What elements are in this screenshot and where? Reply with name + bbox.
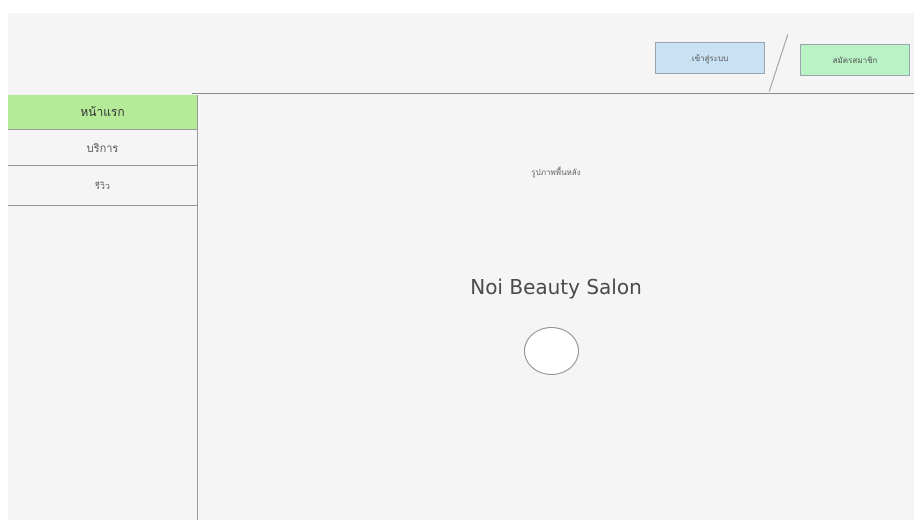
sidebar-item-reviews[interactable]: รีวิว	[8, 166, 197, 206]
sidebar-item-services[interactable]: บริการ	[8, 130, 197, 166]
sidebar-item-home[interactable]: หน้าแรก	[8, 95, 197, 130]
logo-placeholder	[524, 327, 579, 375]
page-canvas: เข้าสู่ระบบ สมัครสมาชิก หน้าแรก บริการ ร…	[8, 13, 914, 520]
top-bar: เข้าสู่ระบบ สมัครสมาชิก	[8, 13, 914, 93]
site-title: Noi Beauty Salon	[470, 275, 642, 299]
header-divider	[192, 93, 914, 94]
sidebar: หน้าแรก บริการ รีวิว	[8, 95, 198, 520]
register-button[interactable]: สมัครสมาชิก	[800, 44, 910, 76]
background-image-caption: รูปภาพพื้นหลัง	[531, 168, 581, 177]
main-content: รูปภาพพื้นหลัง Noi Beauty Salon	[198, 95, 914, 520]
login-button[interactable]: เข้าสู่ระบบ	[655, 42, 765, 74]
separator-slash	[768, 34, 789, 92]
